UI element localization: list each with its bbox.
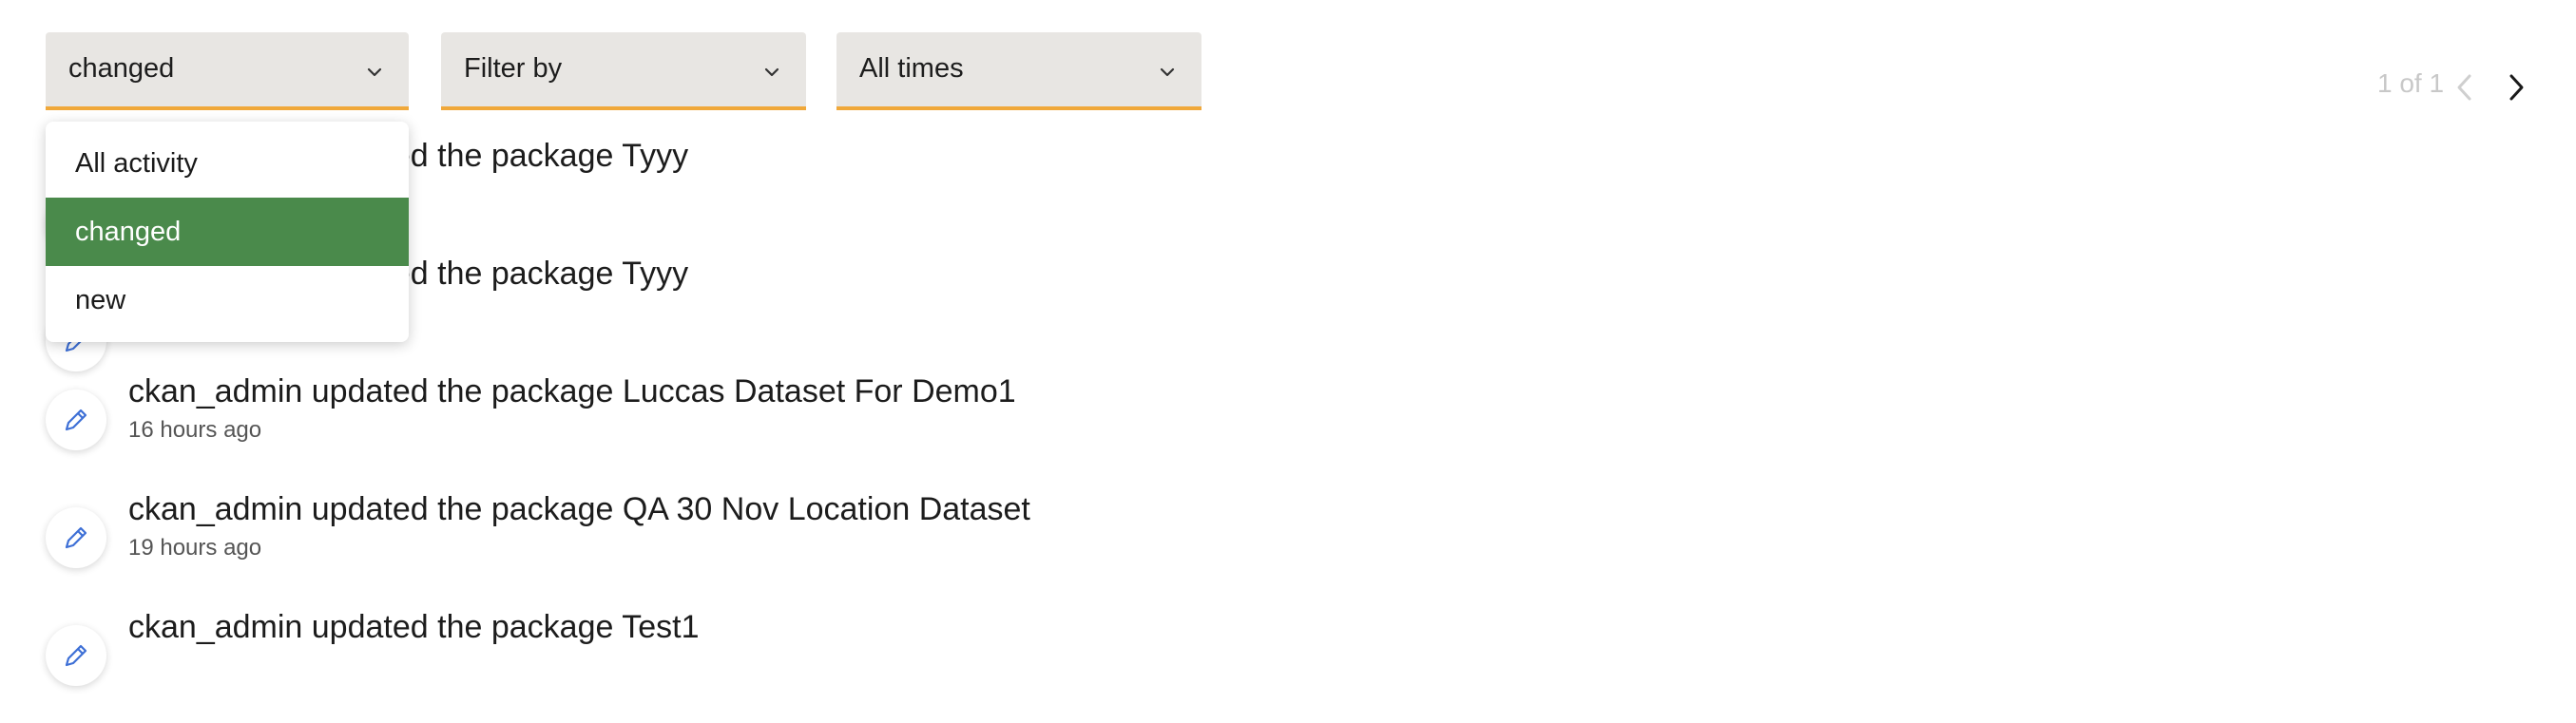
option-label: All activity (75, 148, 198, 179)
pagination-label: 1 of 1 (2377, 68, 2445, 98)
activity-title[interactable]: ckan_admin updated the package Luccas Da… (128, 373, 1016, 410)
pencil-icon (65, 409, 87, 431)
activity-item: ckan_admin updated the package Test1 (46, 609, 1376, 723)
filter-by-select[interactable]: Filter by (441, 32, 806, 110)
activity-time: 19 hours ago (128, 535, 262, 561)
option-changed[interactable]: changed (46, 198, 409, 266)
activity-title[interactable]: ckan_admin updated the package QA 30 Nov… (128, 491, 1030, 528)
next-page-icon[interactable] (2502, 68, 2530, 106)
option-new[interactable]: new (46, 266, 409, 334)
chevron-down-icon (764, 67, 779, 77)
activity-type-value: changed (68, 53, 175, 84)
option-all-activity[interactable]: All activity (46, 129, 409, 198)
activity-avatar (46, 625, 106, 686)
activity-item: ckan_admin updated the package QA 30 Nov… (46, 491, 1376, 605)
time-range-value: All times (859, 53, 964, 84)
option-label: new (75, 285, 126, 315)
activity-type-dropdown: All activity changed new (46, 122, 409, 342)
pencil-icon (65, 644, 87, 667)
pencil-icon (65, 526, 87, 549)
activity-avatar (46, 507, 106, 568)
activity-time: 16 hours ago (128, 417, 262, 443)
activity-title[interactable]: ckan_admin updated the package Test1 (128, 609, 699, 646)
activity-avatar (46, 390, 106, 450)
chevron-down-icon (367, 67, 382, 77)
option-label: changed (75, 217, 182, 247)
chevron-down-icon (1160, 67, 1175, 77)
filter-by-value: Filter by (464, 53, 563, 84)
activity-type-select[interactable]: changed (46, 32, 409, 110)
previous-page-icon[interactable] (2451, 68, 2479, 106)
activity-item: ckan_admin updated the package Luccas Da… (46, 373, 1376, 487)
time-range-select[interactable]: All times (836, 32, 1201, 110)
